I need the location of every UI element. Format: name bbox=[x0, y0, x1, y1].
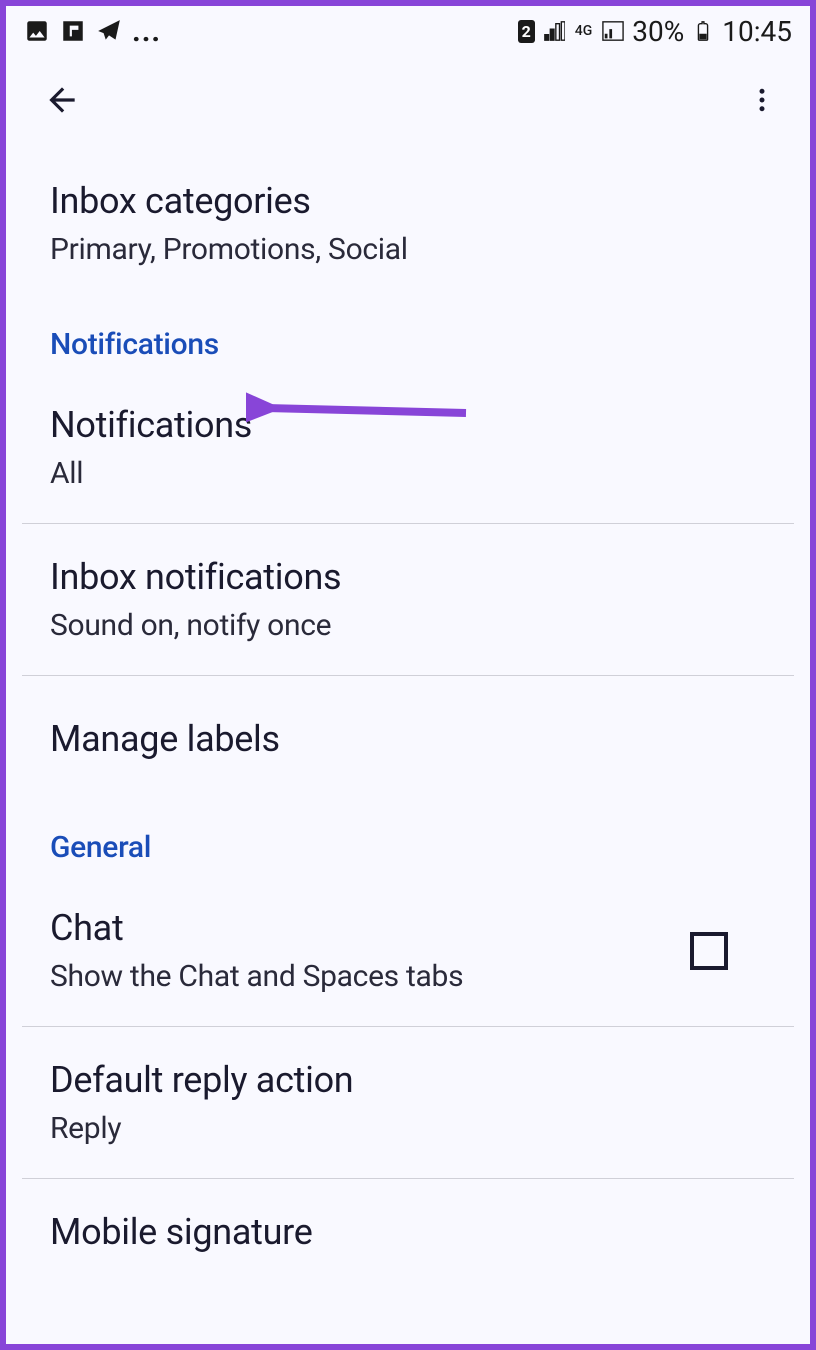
divider bbox=[22, 1026, 794, 1027]
notifications-item[interactable]: Notifications All bbox=[6, 378, 810, 517]
signal-icon-2 bbox=[602, 20, 624, 42]
setting-subtitle: Show the Chat and Spaces tabs bbox=[50, 959, 690, 994]
app-bar bbox=[6, 56, 810, 140]
network-type: 4G bbox=[575, 23, 593, 39]
arrow-back-icon bbox=[43, 81, 81, 119]
battery-icon bbox=[692, 20, 714, 42]
status-bar-left: ... bbox=[24, 14, 161, 49]
general-section-header: General bbox=[6, 796, 810, 881]
setting-subtitle: Primary, Promotions, Social bbox=[50, 232, 766, 267]
status-bar-right: 2 4G 30% 10:45 bbox=[518, 15, 792, 48]
setting-title: Notifications bbox=[50, 404, 766, 446]
battery-percent: 30% bbox=[632, 15, 684, 48]
inbox-notifications-item[interactable]: Inbox notifications Sound on, notify onc… bbox=[6, 530, 810, 669]
status-bar: ... 2 4G 30% 10:45 bbox=[6, 6, 810, 56]
telegram-icon bbox=[96, 18, 122, 44]
divider bbox=[22, 675, 794, 676]
setting-title: Chat bbox=[50, 907, 690, 949]
chat-text: Chat Show the Chat and Spaces tabs bbox=[50, 907, 690, 994]
chat-checkbox[interactable] bbox=[690, 932, 728, 970]
setting-title: Default reply action bbox=[50, 1059, 766, 1101]
sim-badge: 2 bbox=[518, 20, 535, 43]
chat-toggle-item[interactable]: Chat Show the Chat and Spaces tabs bbox=[6, 881, 810, 1020]
more-options-button[interactable] bbox=[742, 80, 782, 120]
setting-title: Inbox categories bbox=[50, 180, 766, 222]
setting-subtitle: All bbox=[50, 456, 766, 491]
back-button[interactable] bbox=[42, 80, 82, 120]
flipboard-icon bbox=[60, 18, 86, 44]
divider bbox=[22, 523, 794, 524]
image-icon bbox=[24, 18, 50, 44]
setting-subtitle: Sound on, notify once bbox=[50, 608, 766, 643]
setting-subtitle: Reply bbox=[50, 1111, 766, 1146]
more-vert-icon bbox=[747, 85, 777, 115]
clock-time: 10:45 bbox=[722, 15, 792, 48]
setting-title: Inbox notifications bbox=[50, 556, 766, 598]
signal-icon bbox=[543, 20, 565, 42]
setting-title: Manage labels bbox=[50, 718, 766, 760]
default-reply-item[interactable]: Default reply action Reply bbox=[6, 1033, 810, 1172]
manage-labels-item[interactable]: Manage labels bbox=[6, 682, 810, 796]
mobile-signature-item[interactable]: Mobile signature bbox=[6, 1185, 810, 1289]
setting-title: Mobile signature bbox=[50, 1211, 766, 1253]
inbox-categories-item[interactable]: Inbox categories Primary, Promotions, So… bbox=[6, 140, 810, 293]
notifications-section-header: Notifications bbox=[6, 293, 810, 378]
settings-content: Inbox categories Primary, Promotions, So… bbox=[6, 140, 810, 1289]
divider bbox=[22, 1178, 794, 1179]
ellipsis-icon: ... bbox=[132, 14, 161, 49]
